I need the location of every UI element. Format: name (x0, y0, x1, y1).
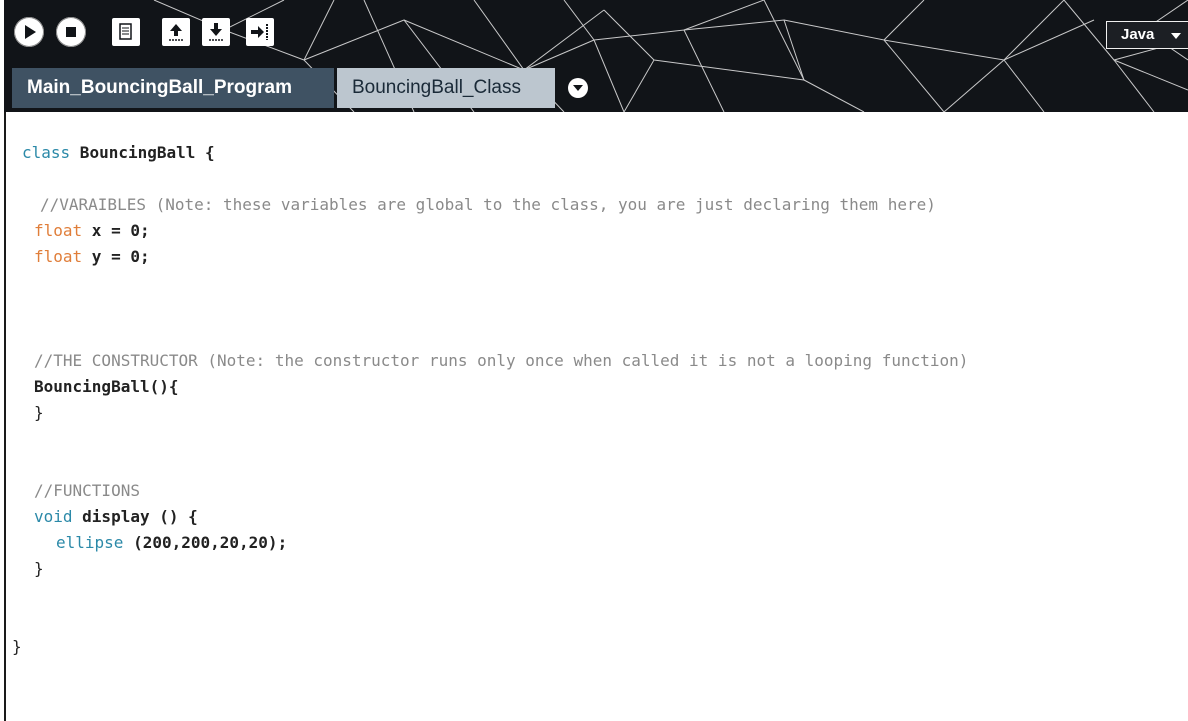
code-line: float y = 0; (34, 246, 150, 268)
stop-icon (66, 27, 76, 37)
upload-icon (169, 24, 183, 41)
chevron-down-icon (1171, 33, 1181, 39)
keyword: class (22, 143, 71, 162)
run-button[interactable] (14, 17, 44, 47)
code-line: float x = 0; (34, 220, 150, 242)
code-text: y = 0; (82, 247, 150, 266)
code-text: } (34, 403, 44, 422)
play-icon (25, 25, 36, 39)
code-line: } (34, 558, 44, 580)
function-name: ellipse (56, 533, 124, 552)
code-comment: //FUNCTIONS (34, 480, 140, 502)
tab-menu-button[interactable] (568, 78, 588, 98)
comment-text: //THE CONSTRUCTOR (Note: the constructor… (34, 351, 969, 370)
upload-button[interactable] (162, 18, 190, 46)
code-editor[interactable]: class BouncingBall { //VARAIBLES (Note: … (8, 112, 1188, 721)
code-line: class BouncingBall { (22, 142, 215, 164)
code-line: BouncingBall(){ (34, 376, 179, 398)
stop-button[interactable] (56, 17, 86, 47)
keyword: void (34, 507, 73, 526)
code-text: } (12, 637, 22, 656)
top-toolbar: Java Main_BouncingBall_Program BouncingB… (4, 0, 1188, 112)
comment-text: //VARAIBLES (Note: these variables are g… (40, 195, 936, 214)
tab-bouncingball-class[interactable]: BouncingBall_Class (337, 68, 555, 108)
language-label: Java (1121, 26, 1155, 43)
code-line: ellipse (200,200,20,20); (56, 532, 287, 554)
export-arrow-icon (251, 24, 268, 40)
code-comment: //THE CONSTRUCTOR (Note: the constructor… (34, 350, 968, 372)
language-select[interactable]: Java (1106, 21, 1188, 49)
new-file-button[interactable] (112, 18, 140, 46)
tab-main-program[interactable]: Main_BouncingBall_Program (12, 68, 334, 108)
code-text: BouncingBall { (70, 143, 215, 162)
keyword: float (34, 221, 83, 240)
export-button[interactable] (246, 18, 274, 46)
download-icon (209, 23, 223, 41)
code-comment: //VARAIBLES (Note: these variables are g… (40, 194, 936, 216)
code-text: BouncingBall(){ (34, 377, 179, 396)
code-line: void display () { (34, 506, 198, 528)
code-text: } (34, 559, 44, 578)
chevron-down-icon (573, 85, 583, 91)
comment-text: //FUNCTIONS (34, 481, 140, 500)
document-icon (119, 23, 132, 40)
code-text: x = 0; (82, 221, 150, 240)
download-button[interactable] (202, 18, 230, 46)
code-line: } (34, 402, 44, 424)
code-line: } (12, 636, 22, 658)
code-text: (200,200,20,20); (123, 533, 288, 552)
keyword: float (34, 247, 83, 266)
code-text: display () { (72, 507, 198, 526)
